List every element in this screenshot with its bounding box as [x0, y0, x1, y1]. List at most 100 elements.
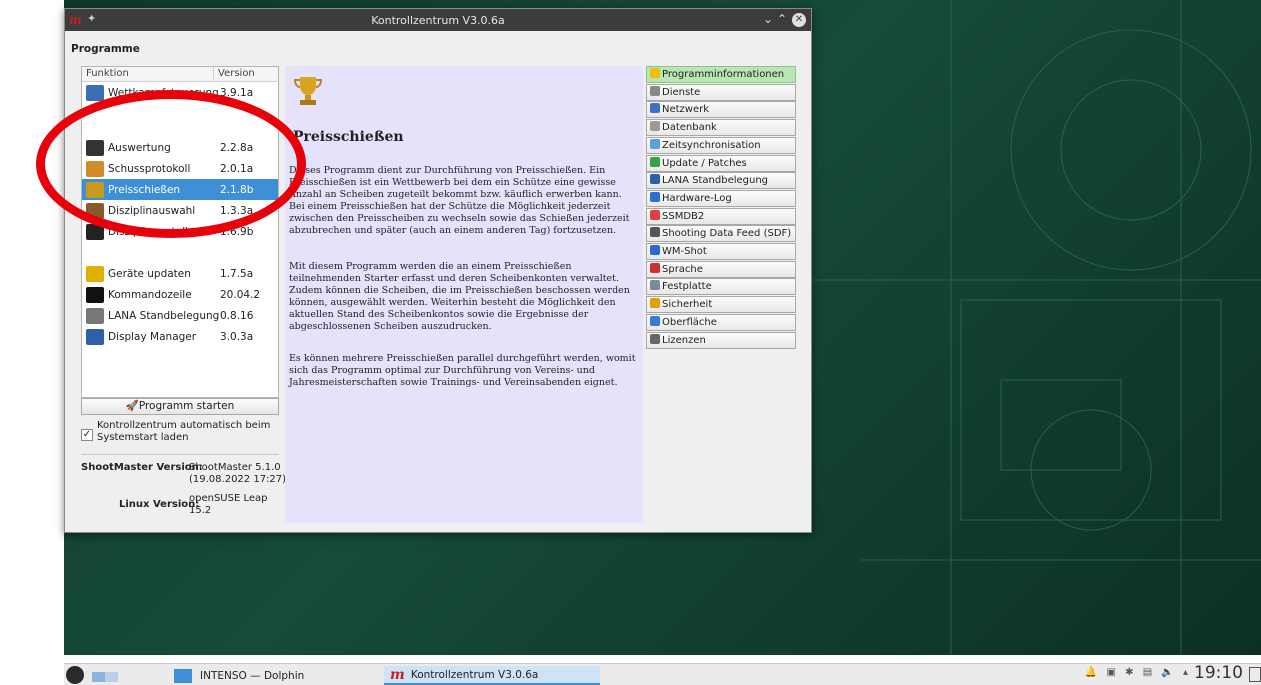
settings-button-label: Programminformationen	[662, 69, 785, 80]
settings-button[interactable]: SSMDB2	[646, 207, 796, 225]
start-program-button[interactable]: 🚀Programm starten	[81, 398, 279, 415]
program-row[interactable]: Wettkampfsteuerung 3.9.1a	[82, 82, 278, 103]
target-icon	[86, 223, 104, 240]
program-name: LANA Standbelegung	[108, 309, 220, 322]
monitor-icon	[86, 84, 104, 101]
settings-button[interactable]: Update / Patches	[646, 154, 796, 172]
settings-button-label: WM-Shot	[662, 246, 707, 257]
program-version: 3.9.1a	[220, 86, 254, 99]
maximize-icon[interactable]: ⌃	[777, 12, 787, 26]
program-name: Schussprotokoll	[108, 162, 191, 175]
linux-version-value: openSUSE Leap	[189, 493, 268, 504]
program-row[interactable]: Kommandozeile 20.04.2	[82, 284, 278, 305]
program-version: 2.0.1a	[220, 162, 254, 175]
settings-button-label: Update / Patches	[662, 157, 747, 169]
description-paragraph-1: Dieses Programm dient zur Durchführung v…	[289, 165, 630, 236]
divider	[81, 454, 279, 455]
program-version: 0.8.16	[220, 309, 254, 322]
settings-button-label: SSMDB2	[662, 210, 705, 222]
settings-button[interactable]: Shooting Data Feed (SDF)	[646, 225, 796, 243]
virtual-desktop-pager[interactable]	[92, 672, 118, 682]
ssmdb-icon	[650, 209, 660, 220]
settings-button[interactable]: Programminformationen	[646, 66, 796, 83]
settings-button[interactable]: Zeitsynchronisation	[646, 136, 796, 154]
terminal-icon	[86, 286, 104, 303]
program-version: 1.7.5a	[220, 267, 254, 280]
system-tray-icons[interactable]: 🔔 ▣ ✱ ▤ 🔈 ▴	[1085, 667, 1191, 678]
program-name: Display Manager	[108, 330, 197, 343]
settings-button-label: Datenbank	[662, 122, 717, 134]
program-row[interactable]: Disziplinauswahl 1.3.3a	[82, 200, 278, 221]
program-info-panel: Preisschießen Dieses Programm dient zur …	[285, 66, 643, 523]
settings-button[interactable]: Hardware-Log	[646, 189, 796, 207]
settings-button[interactable]: Oberfläche	[646, 313, 796, 331]
document-icon	[86, 307, 104, 324]
sdf-icon	[650, 227, 660, 238]
show-desktop-icon[interactable]	[1249, 667, 1261, 682]
minimize-icon[interactable]: ⌄	[763, 12, 773, 26]
task-dolphin[interactable]: INTENSO — Dolphin	[174, 666, 384, 685]
program-name: Disziplin erstellen	[108, 225, 202, 238]
settings-button[interactable]: LANA Standbelegung	[646, 172, 796, 190]
start-menu-icon[interactable]	[66, 666, 84, 684]
lana-icon	[650, 174, 660, 185]
settings-button[interactable]: Lizenzen	[646, 331, 796, 349]
program-row[interactable]: Auswertung 2.2.8a	[82, 137, 278, 158]
taskbar: INTENSO — Dolphin m Kontrollzentrum V3.0…	[64, 663, 1261, 685]
flag-icon	[650, 262, 660, 273]
settings-button[interactable]: Sicherheit	[646, 296, 796, 314]
program-name: Auswertung	[108, 141, 171, 154]
close-icon[interactable]: ✕	[792, 13, 806, 27]
settings-button-label: Festplatte	[662, 281, 712, 293]
linux-version-value-2: 15.2	[189, 505, 212, 516]
display-icon	[86, 328, 104, 345]
column-version[interactable]: Version	[214, 67, 259, 81]
settings-button-label: Zeitsynchronisation	[662, 139, 761, 151]
trophy-icon	[86, 181, 104, 198]
settings-button[interactable]: WM-Shot	[646, 243, 796, 260]
program-row[interactable]: Disziplin erstellen 1.6.9b	[82, 221, 278, 242]
folder-icon	[174, 668, 192, 683]
program-name: Preisschießen	[108, 183, 181, 196]
window-titlebar[interactable]: m ✦ Kontrollzentrum V3.0.6a ⌄ ⌃ ✕	[65, 9, 811, 31]
trophy-icon	[293, 77, 323, 105]
autostart-checkbox[interactable]: ✓	[81, 429, 93, 441]
description-paragraph-3: Es können mehrere Preisschießen parallel…	[289, 353, 636, 388]
window-title: Kontrollzentrum V3.0.6a	[371, 14, 505, 27]
settings-button[interactable]: Netzwerk	[646, 101, 796, 119]
settings-button[interactable]: Sprache	[646, 260, 796, 278]
column-function[interactable]: Funktion	[82, 67, 214, 81]
program-row[interactable]: Geräte updaten 1.7.5a	[82, 263, 278, 284]
network-icon	[650, 103, 660, 114]
shootmaster-version-label: ShootMaster Version:	[81, 462, 203, 473]
task-control-center[interactable]: m Kontrollzentrum V3.0.6a	[384, 666, 600, 685]
program-row[interactable]: Schussprotokoll 2.0.1a	[82, 158, 278, 179]
shootmaster-version-value: ShootMaster 5.1.0	[189, 462, 281, 473]
program-list[interactable]: Funktion Version Wettkampfsteuerung 3.9.1…	[81, 66, 279, 398]
program-version: 2.2.8a	[220, 141, 254, 154]
autostart-label: Kontrollzentrum automatisch beim Systems…	[97, 420, 271, 443]
tools-icon	[86, 139, 104, 156]
start-program-label: Programm starten	[138, 400, 235, 412]
settings-button[interactable]: Datenbank	[646, 119, 796, 137]
settings-button-label: Sicherheit	[662, 299, 713, 311]
window-icon	[650, 315, 660, 326]
program-version: 1.3.3a	[220, 204, 254, 217]
rocket-icon: 🚀	[125, 400, 139, 412]
shootmaster-version-date: (19.08.2022 17:27)	[189, 474, 287, 485]
clock-icon	[650, 138, 660, 149]
settings-button-label: Lizenzen	[662, 334, 706, 346]
program-row[interactable]: Preisschießen 2.1.8b	[82, 179, 278, 200]
program-row[interactable]: Display Manager 3.0.3a	[82, 326, 278, 347]
services-icon	[650, 85, 660, 96]
disk-icon	[650, 280, 660, 291]
program-version: 1.6.9b	[220, 225, 254, 238]
program-row[interactable]: LANA Standbelegung 0.8.16	[82, 305, 278, 326]
program-name: Geräte updaten	[108, 267, 191, 280]
settings-button-label: Oberfläche	[662, 316, 717, 328]
settings-button[interactable]: Dienste	[646, 83, 796, 101]
clock[interactable]: 19:10	[1194, 663, 1243, 683]
program-version: 3.0.3a	[220, 330, 254, 343]
settings-button[interactable]: Festplatte	[646, 278, 796, 296]
section-heading: Programme	[71, 43, 140, 55]
